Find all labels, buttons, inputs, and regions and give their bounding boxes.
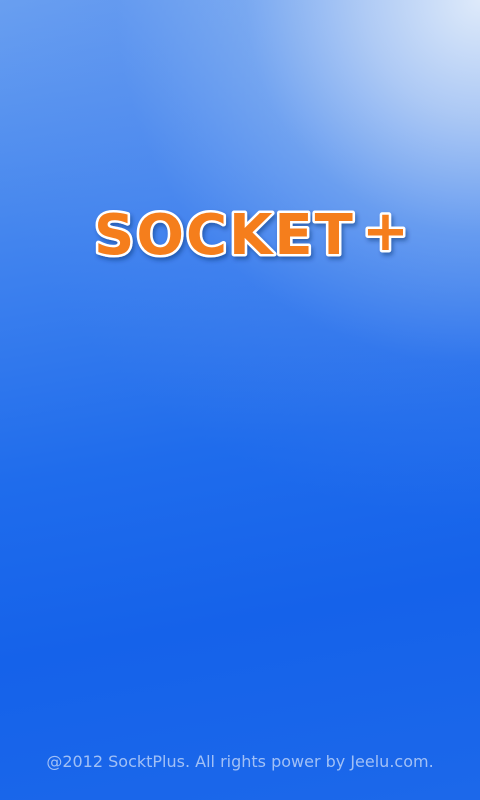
copyright-footer: @2012 SocktPlus. All rights power by Jee… xyxy=(46,752,434,771)
splash-screen: SOCKET + @2012 SocktPlus. All rights pow… xyxy=(0,0,480,800)
app-logo-graphic: SOCKET + xyxy=(92,198,411,268)
logo-plus-icon: + xyxy=(362,199,411,264)
app-logo: SOCKET + xyxy=(92,198,412,268)
logo-wordmark: SOCKET xyxy=(94,203,355,268)
